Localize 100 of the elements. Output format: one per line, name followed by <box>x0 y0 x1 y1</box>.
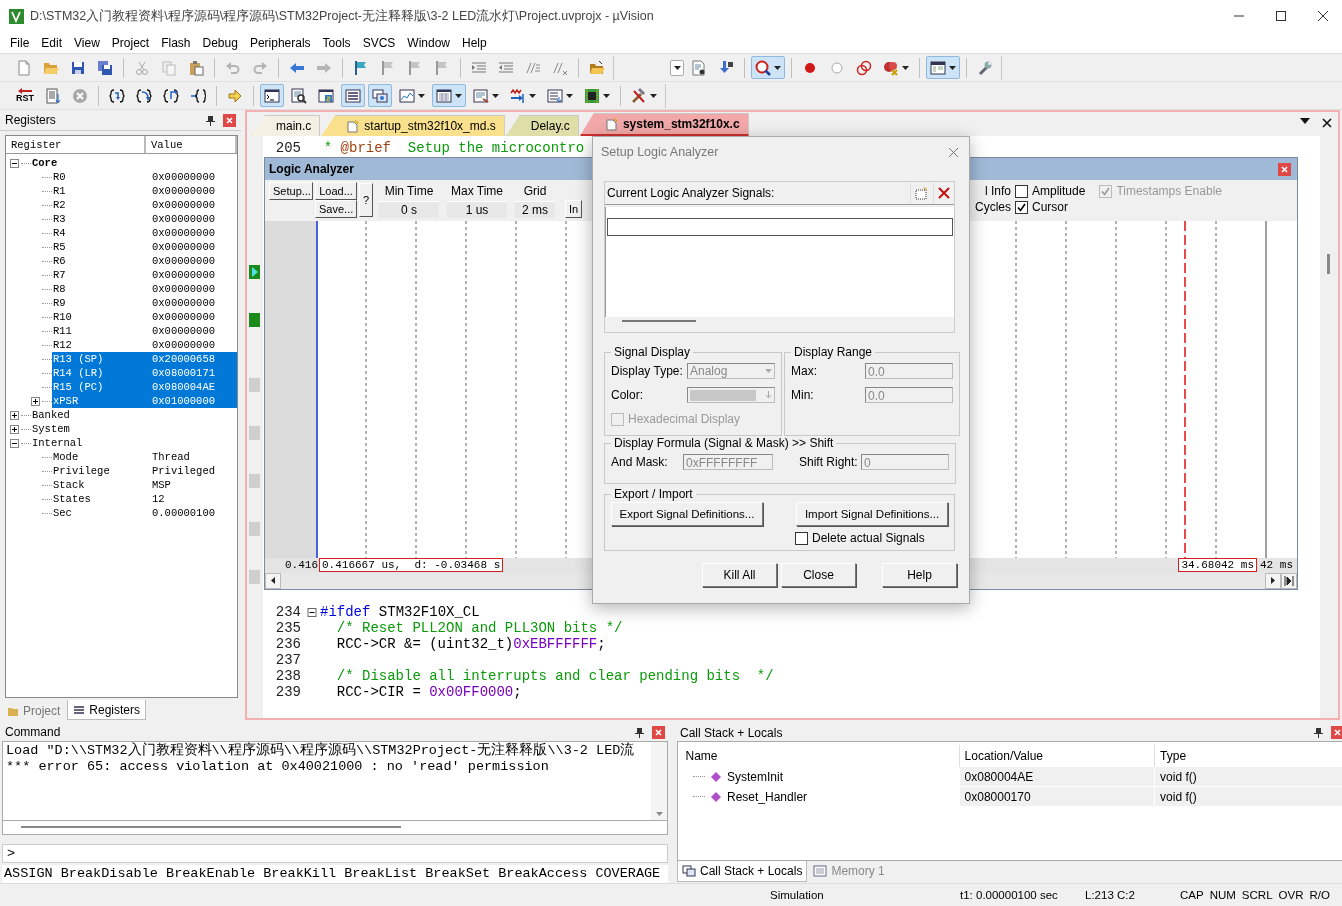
toolbar-button[interactable] <box>432 84 466 107</box>
register-row[interactable]: R1 0x00000000 <box>52 184 237 198</box>
panel-tab[interactable]: Registers <box>67 700 147 720</box>
menu-item[interactable]: Help <box>456 35 493 50</box>
down-arrow-icon[interactable] <box>655 812 663 817</box>
register-row[interactable]: Mode Thread <box>52 450 237 464</box>
checkbox[interactable] <box>1015 184 1028 198</box>
menu-item[interactable]: Tools <box>316 35 357 50</box>
signal-input-field[interactable] <box>607 218 953 236</box>
expand-icon[interactable] <box>31 396 40 406</box>
menu-item[interactable]: Project <box>105 35 156 50</box>
flag-icon <box>353 59 369 76</box>
menu-item[interactable]: View <box>68 35 106 50</box>
register-row[interactable]: System <box>31 422 237 436</box>
double-circle-icon <box>856 59 872 76</box>
status-field: NUM <box>1209 889 1236 901</box>
collapse-icon[interactable] <box>10 158 19 168</box>
time-readout: 42 ms <box>1260 559 1293 572</box>
caret-icon <box>774 65 781 70</box>
time-readout: 0.416 <box>285 559 318 572</box>
menu-item[interactable]: Edit <box>35 35 69 50</box>
register-row[interactable]: xPSR 0x01000000 <box>52 394 237 408</box>
field-label: And Mask: <box>611 455 669 469</box>
reset-button[interactable]: RST <box>12 84 38 107</box>
toolbar-button[interactable] <box>260 84 284 107</box>
color-dropdown[interactable] <box>687 387 775 403</box>
registers-icon <box>73 703 86 716</box>
register-row[interactable]: States 12 <box>52 492 237 506</box>
register-row[interactable]: R10 0x00000000 <box>52 310 237 324</box>
file-tab[interactable]: startup_stm32f10x_md.s <box>321 115 505 136</box>
toolbar-button[interactable]: ? <box>359 183 373 218</box>
checkbox-label: Cursor <box>1032 200 1068 215</box>
toolbar-button[interactable] <box>926 56 960 79</box>
target-dropdown[interactable] <box>670 59 684 76</box>
register-row[interactable]: Core <box>31 156 237 170</box>
menu-item[interactable]: Debug <box>196 35 244 50</box>
register-row[interactable]: R0 0x00000000 <box>52 170 237 184</box>
register-row[interactable]: R13 (SP) 0x20000658 <box>52 352 237 366</box>
register-row[interactable]: Internal <box>31 436 237 450</box>
file-icon <box>604 117 618 131</box>
toolbar-button[interactable]: Setup... <box>269 182 313 201</box>
menu-item[interactable]: File <box>4 35 36 50</box>
pin-icon[interactable] <box>635 726 644 738</box>
register-row[interactable]: R15 (PC) 0x080004AE <box>52 380 237 394</box>
checkbox[interactable] <box>1015 200 1028 214</box>
scrollbar-thumb[interactable] <box>21 826 401 829</box>
checkbox[interactable] <box>795 531 808 545</box>
command-input-field[interactable]: > <box>2 844 668 863</box>
register-row[interactable]: Stack MSP <box>52 478 237 492</box>
checkbox-label: Timestamps Enable <box>1116 184 1222 199</box>
register-row[interactable]: Banked <box>31 408 237 422</box>
close-icon[interactable] <box>1322 118 1332 128</box>
dialog-title: Setup Logic Analyzer <box>601 145 719 159</box>
time-value: 1 us <box>447 200 507 218</box>
register-row[interactable]: R6 0x00000000 <box>52 254 237 268</box>
register-row[interactable]: R3 0x00000000 <box>52 212 237 226</box>
scrollbar-thumb[interactable] <box>1327 254 1330 274</box>
register-row[interactable]: R11 0x00000000 <box>52 324 237 338</box>
file-tab[interactable]: Delay.c <box>505 115 579 136</box>
register-row[interactable]: Privilege Privileged <box>52 464 237 478</box>
register-row[interactable]: R5 0x00000000 <box>52 240 237 254</box>
close-icon[interactable] <box>1317 10 1329 22</box>
collapse-icon[interactable] <box>10 438 19 448</box>
dropdown-icon[interactable] <box>1300 118 1310 124</box>
cursor-line[interactable] <box>1184 221 1186 559</box>
collapse-icon[interactable] <box>307 607 317 617</box>
register-row[interactable]: R2 0x00000000 <box>52 198 237 212</box>
field-label: Max: <box>791 364 818 378</box>
expand-icon[interactable] <box>10 410 19 420</box>
toolbar-button[interactable] <box>751 56 785 79</box>
pin-icon[interactable] <box>1314 727 1323 738</box>
import-button[interactable]: Import Signal Definitions... <box>796 502 948 526</box>
register-row[interactable]: R8 0x00000000 <box>52 282 237 296</box>
step-in-icon <box>109 87 125 104</box>
registers-window-icon <box>345 87 361 104</box>
dialog-button[interactable]: Close <box>781 563 856 587</box>
toolbar-button[interactable]: In <box>565 200 583 219</box>
file-tab[interactable]: system_stm32f10x.c <box>579 113 749 136</box>
register-row[interactable]: Sec 0.00000100 <box>52 506 237 520</box>
menu-item[interactable]: Window <box>401 35 456 50</box>
register-row[interactable]: R4 0x00000000 <box>52 226 237 240</box>
register-row[interactable]: R7 0x00000000 <box>52 268 237 282</box>
export-button[interactable]: Export Signal Definitions... <box>611 502 763 526</box>
dialog-button[interactable]: Help <box>882 563 957 587</box>
register-row[interactable]: R14 (LR) 0x08000171 <box>52 366 237 380</box>
toolbar-button[interactable]: Load... <box>315 182 357 201</box>
field-label: Max Time <box>450 184 504 199</box>
file-tab[interactable]: main.c <box>251 115 321 136</box>
pin-icon[interactable] <box>206 114 215 126</box>
maximize-icon[interactable] <box>1275 10 1287 22</box>
toolbar-button[interactable]: Save... <box>315 200 357 219</box>
register-row[interactable]: R12 0x00000000 <box>52 338 237 352</box>
menu-item[interactable]: SVCS <box>356 35 402 50</box>
dialog-button[interactable]: Kill All <box>702 563 777 587</box>
menu-item[interactable]: Flash <box>155 35 197 50</box>
menu-item[interactable]: Peripherals <box>243 35 317 50</box>
scrollbar-thumb[interactable] <box>622 320 696 322</box>
panel-tab[interactable]: Call Stack + Locals <box>677 861 808 882</box>
expand-icon[interactable] <box>10 424 19 434</box>
register-row[interactable]: R9 0x00000000 <box>52 296 237 310</box>
